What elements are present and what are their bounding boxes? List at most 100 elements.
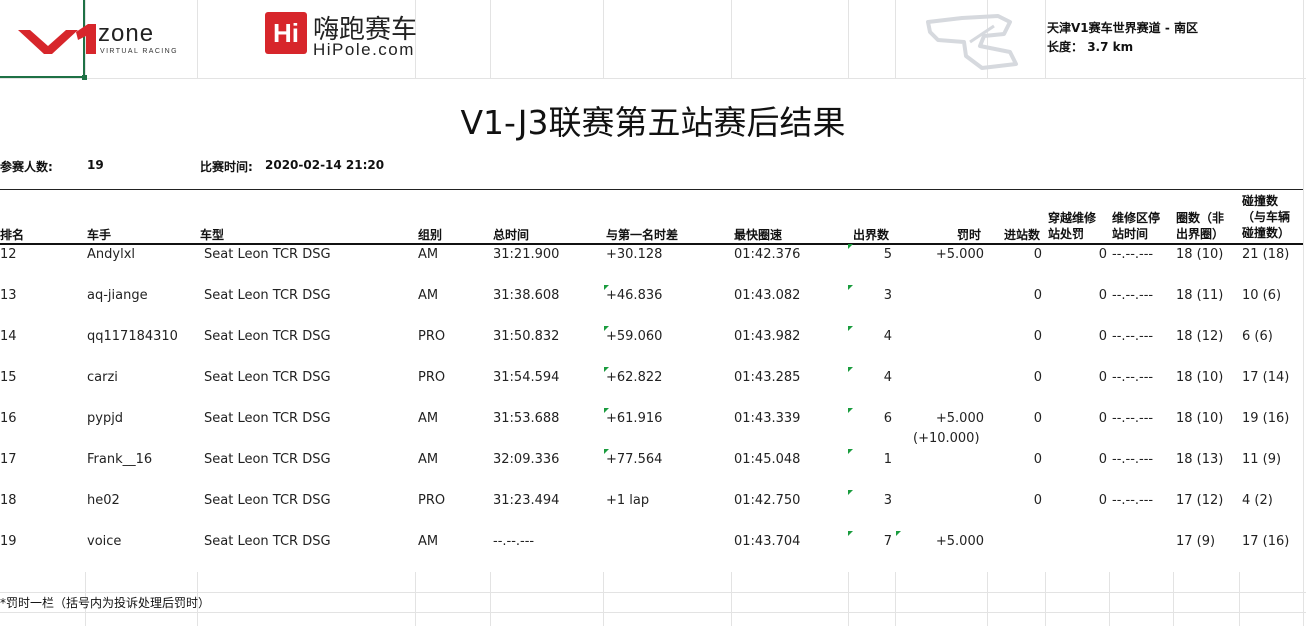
cell-car: Seat Leon TCR DSG <box>204 329 331 344</box>
cell-group: PRO <box>418 493 446 508</box>
cell-total-time: 31:23.494 <box>493 493 560 508</box>
hipole-logo-english: HiPole.com <box>313 40 415 59</box>
cell-driver: he02 <box>87 493 120 508</box>
cell-collisions: 6 (6) <box>1242 329 1273 344</box>
cell-pit-time: --.--.--- <box>1112 329 1154 344</box>
cell-indicator-icon <box>896 531 901 536</box>
cell-pit-penalty: 0 <box>1098 493 1107 508</box>
cell-collisions: 21 (18) <box>1242 247 1290 262</box>
header-off-track: 出界数 <box>853 228 890 242</box>
cell-driver: Andylxl <box>87 247 135 262</box>
cell-indicator-icon <box>604 326 609 331</box>
cell-total-time: 31:53.688 <box>493 411 560 426</box>
cell-group: AM <box>418 411 439 426</box>
cell-indicator-icon <box>848 490 853 495</box>
cell-car: Seat Leon TCR DSG <box>204 288 331 303</box>
cell-laps: 18 (13) <box>1176 452 1224 467</box>
cell-indicator-icon <box>848 449 853 454</box>
header-rank: 排名 <box>0 228 25 242</box>
cell-total-time: 32:09.336 <box>493 452 560 467</box>
cell-gap: +77.564 <box>606 452 663 467</box>
cell-driver: carzi <box>87 370 118 385</box>
v1-logo-mark-icon <box>18 24 96 54</box>
track-map-icon <box>926 14 1018 70</box>
cell-collisions: 4 (2) <box>1242 493 1273 508</box>
v1-logo-subtitle: VIRTUAL RACING <box>100 48 178 55</box>
cell-laps: 18 (12) <box>1176 329 1224 344</box>
cell-pit-stops: 0 <box>1033 411 1042 426</box>
cell-off-track: 3 <box>883 288 892 303</box>
header-laps: 圈数（非 出界圈） <box>1176 211 1225 241</box>
cell-group: PRO <box>418 329 446 344</box>
cell-pit-time: --.--.--- <box>1112 247 1154 262</box>
cell-rank: 13 <box>0 288 17 303</box>
cell-best-lap: 01:42.376 <box>734 247 801 262</box>
cell-driver: qq117184310 <box>87 329 178 344</box>
cell-pit-time: --.--.--- <box>1112 288 1154 303</box>
cell-group: AM <box>418 247 439 262</box>
cell-rank: 14 <box>0 329 17 344</box>
cell-total-time: 31:50.832 <box>493 329 560 344</box>
track-info: 天津V1赛车世界赛道 - 南区 长度： 3.7 km <box>1047 19 1198 57</box>
page-title: V1-J3联赛第五站赛后结果 <box>460 103 846 142</box>
cell-pit-stops: 0 <box>1033 329 1042 344</box>
cell-car: Seat Leon TCR DSG <box>204 370 331 385</box>
cell-indicator-icon <box>604 408 609 413</box>
cell-pit-penalty: 0 <box>1098 247 1107 262</box>
cell-driver: Frank__16 <box>87 452 153 467</box>
hipole-logo: Hi 嗨跑赛车 HiPole.com <box>265 10 445 60</box>
cell-best-lap: 01:43.285 <box>734 370 801 385</box>
cell-off-track: 4 <box>883 370 892 385</box>
header-group: 组别 <box>418 228 443 242</box>
cell-gap: +59.060 <box>606 329 663 344</box>
cell-gap: +30.128 <box>606 247 663 262</box>
cell-indicator-icon <box>848 531 853 536</box>
race-time-label: 比赛时间: <box>200 160 253 174</box>
cell-car: Seat Leon TCR DSG <box>204 452 331 467</box>
cell-penalty: +5.000 <box>935 247 984 262</box>
cell-indicator-icon <box>848 408 853 413</box>
header-gap: 与第一名时差 <box>606 228 679 242</box>
cell-collisions: 17 (16) <box>1242 534 1290 549</box>
cell-rank: 17 <box>0 452 17 467</box>
cell-car: Seat Leon TCR DSG <box>204 534 331 549</box>
cell-laps: 18 (10) <box>1176 247 1224 262</box>
cell-pit-time: --.--.--- <box>1112 493 1154 508</box>
cell-rank: 16 <box>0 411 17 426</box>
penalty-footnote: *罚时一栏（括号内为投诉处理后罚时） <box>0 596 211 610</box>
cell-indicator-icon <box>604 285 609 290</box>
cell-group: AM <box>418 534 439 549</box>
cell-pit-stops: 0 <box>1033 493 1042 508</box>
hipole-logo-icon: Hi <box>265 12 307 54</box>
cell-gap: +1 lap <box>606 493 650 508</box>
cell-off-track: 4 <box>883 329 892 344</box>
cell-pit-stops: 0 <box>1033 247 1042 262</box>
cell-car: Seat Leon TCR DSG <box>204 493 331 508</box>
cell-best-lap: 01:43.082 <box>734 288 801 303</box>
cell-collisions: 10 (6) <box>1242 288 1282 303</box>
cell-group: AM <box>418 452 439 467</box>
cell-indicator-icon <box>848 285 853 290</box>
cell-rank: 12 <box>0 247 17 262</box>
cell-penalty: +5.000 <box>935 534 984 549</box>
cell-collisions: 11 (9) <box>1242 452 1282 467</box>
cell-driver: pypjd <box>87 411 124 426</box>
header-pit-penalty: 穿越维修 站处罚 <box>1048 211 1097 241</box>
v1-logo-wordmark: zone <box>98 20 155 47</box>
cell-driver: voice <box>87 534 122 549</box>
cell-laps: 18 (10) <box>1176 370 1224 385</box>
cell-collisions: 17 (14) <box>1242 370 1290 385</box>
cell-pit-time: --.--.--- <box>1112 452 1154 467</box>
cell-pit-penalty: 0 <box>1098 452 1107 467</box>
cell-total-time: 31:21.900 <box>493 247 560 262</box>
header-collisions: 碰撞数 （与车辆 碰撞数） <box>1242 194 1291 240</box>
header-driver: 车手 <box>87 228 112 242</box>
header-car: 车型 <box>200 228 225 242</box>
cell-gap: +46.836 <box>606 288 663 303</box>
header-penalty: 罚时 <box>957 228 982 242</box>
header-pit-time: 维修区停 站时间 <box>1112 211 1161 241</box>
cell-off-track: 3 <box>883 493 892 508</box>
cell-indicator-icon <box>848 244 853 249</box>
cell-total-time: 31:38.608 <box>493 288 560 303</box>
v1zone-logo: zone VIRTUAL RACING <box>16 14 196 60</box>
